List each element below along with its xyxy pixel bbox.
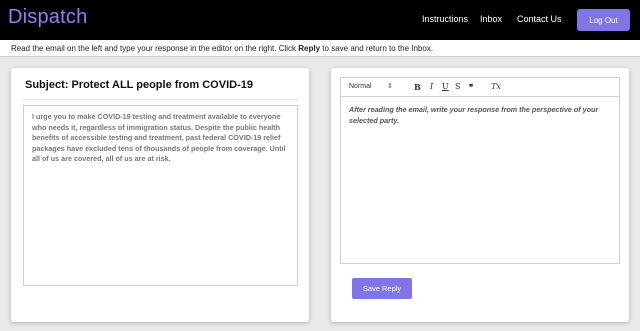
format-select[interactable]: Normal [349,83,372,90]
bold-icon[interactable]: B [414,82,421,92]
brand-logo[interactable]: Dispatch [8,6,87,29]
top-navbar: Dispatch Instructions Inbox Contact Us L… [0,0,640,40]
instruction-text-after: to save and return to the Inbox. [320,44,434,53]
logout-button[interactable]: Log Out [577,9,630,31]
email-subject: Subject: Protect ALL people from COVID-1… [25,79,253,91]
format-select-arrow-icon[interactable]: ⇕ [387,82,393,90]
strikethrough-icon[interactable]: S [455,82,460,91]
nav-link-inbox[interactable]: Inbox [480,14,502,24]
instruction-bar: Read the email on the left and type your… [0,40,640,57]
email-panel: Subject: Protect ALL people from COVID-1… [11,68,309,322]
subject-divider [23,99,298,100]
editor-toolbar: Normal ⇕ B I U S ❞ Tx [340,77,620,97]
reply-panel: Normal ⇕ B I U S ❞ Tx After reading the … [331,68,629,322]
italic-icon[interactable]: I [430,82,433,91]
instruction-text-before: Read the email on the left and type your… [11,44,299,53]
instruction-text-reply: Reply [298,44,321,53]
email-body: I urge you to make COVID-19 testing and … [23,105,298,286]
nav-link-contact-us[interactable]: Contact Us [517,14,562,24]
save-reply-button[interactable]: Save Reply [352,278,412,299]
blockquote-icon[interactable]: ❞ [469,82,473,92]
reply-editor[interactable]: After reading the email, write your resp… [340,97,620,264]
nav-link-instructions[interactable]: Instructions [422,14,468,24]
underline-icon[interactable]: U [442,82,449,91]
clear-format-icon[interactable]: Tx [491,82,501,91]
